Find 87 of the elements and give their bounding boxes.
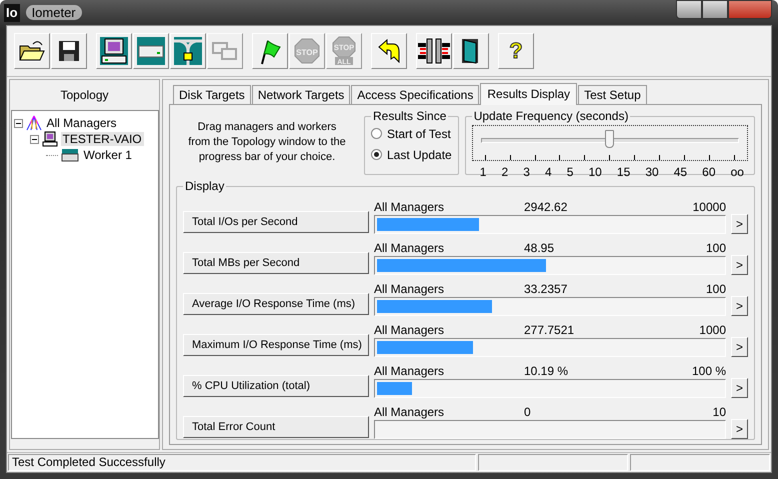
value-label: 10.19 %	[524, 364, 568, 378]
metric-button[interactable]: % CPU Utilization (total)	[183, 375, 369, 397]
group-title: Results Since	[372, 109, 448, 123]
max-label: 100 %	[692, 364, 726, 378]
tree-item[interactable]: All Managers	[44, 116, 119, 130]
drive-icon	[60, 148, 78, 162]
source-label: All Managers	[374, 282, 446, 296]
value-label: 2942.62	[524, 200, 568, 214]
tree-item[interactable]: Worker 1	[82, 148, 134, 162]
radio-button[interactable]	[371, 128, 382, 139]
question-mark-icon: ?	[509, 38, 523, 64]
toolbar-button[interactable]	[252, 33, 288, 69]
toolbar-button[interactable]	[51, 33, 87, 69]
tick-label: 3	[523, 165, 530, 179]
tick-label: 2	[501, 165, 508, 179]
group-title: Update Frequency (seconds)	[472, 109, 630, 123]
tree-item[interactable]: TESTER-VAIO	[60, 132, 144, 146]
tick-label: 45	[674, 165, 688, 179]
toolbar-button[interactable]	[371, 33, 407, 69]
toolbar-button[interactable]	[96, 33, 132, 69]
more-button[interactable]: >	[731, 296, 748, 316]
metric-button[interactable]: Total Error Count	[183, 416, 369, 438]
value-label: 48.95	[524, 241, 554, 255]
folder-icon	[19, 40, 45, 62]
collapse-toggle[interactable]	[14, 118, 22, 128]
tab[interactable]: Results Display	[480, 83, 578, 105]
window-title: Iometer	[26, 5, 82, 20]
tick-label: 30	[645, 165, 659, 179]
more-button[interactable]: >	[731, 255, 748, 275]
more-button[interactable]: >	[731, 337, 748, 357]
columns-arrows-icon	[417, 37, 451, 65]
tick-label: 4	[544, 165, 552, 179]
radio-label[interactable]: Start of Test	[387, 126, 451, 140]
collapse-toggle[interactable]	[30, 134, 38, 144]
more-button[interactable]: >	[731, 214, 748, 234]
max-label: 10000	[692, 200, 726, 214]
computer-icon	[100, 37, 128, 65]
value-label: 33.2357	[524, 282, 568, 296]
tab[interactable]: Network Targets	[252, 85, 350, 104]
maximize-button[interactable]	[702, 0, 728, 19]
tick-label: 10	[588, 165, 602, 179]
metric-button[interactable]: Total I/Os per Second	[183, 211, 369, 233]
source-label: All Managers	[374, 405, 446, 419]
group-title: Display	[184, 179, 226, 193]
tab[interactable]: Test Setup	[578, 85, 647, 104]
tick-label: 5	[566, 165, 574, 179]
radio-label[interactable]: Last Update	[387, 148, 452, 162]
max-label: 1000	[699, 323, 726, 337]
minimize-button[interactable]	[676, 0, 702, 19]
source-label: All Managers	[374, 200, 446, 214]
toolbar-button[interactable]	[416, 33, 452, 69]
metric-button[interactable]: Average I/O Response Time (ms)	[183, 293, 369, 315]
value-label: 277.7521	[524, 323, 574, 337]
toolbar-button[interactable]	[170, 33, 206, 69]
source-label: All Managers	[374, 241, 446, 255]
max-label: 100	[706, 241, 726, 255]
tick-label: 15	[616, 165, 630, 179]
source-label: All Managers	[374, 364, 446, 378]
status-text: Test Completed Successfully	[8, 454, 476, 471]
tick-label: 60	[702, 165, 716, 179]
more-button[interactable]: >	[731, 378, 748, 398]
return-arrow-icon	[378, 39, 400, 63]
tick-label: 1	[480, 165, 486, 179]
instructions-text: Drag managers and workers from the Topology window to the progress bar of your choice.	[187, 120, 347, 165]
panel-title: Topology	[60, 88, 109, 102]
tab[interactable]: Access Specifications	[351, 85, 480, 104]
source-label: All Managers	[374, 323, 446, 337]
radio-button[interactable]	[371, 149, 382, 160]
value-label: 0	[524, 405, 531, 419]
app-logo: Io	[4, 4, 20, 22]
metric-button[interactable]: Total MBs per Second	[183, 252, 369, 274]
network-icon	[174, 37, 202, 65]
slider-thumb[interactable]	[604, 130, 614, 148]
computer-icon	[42, 131, 58, 147]
more-button[interactable]: >	[731, 419, 748, 439]
max-label: 10	[712, 405, 726, 419]
max-label: 100	[706, 282, 726, 296]
frequency-slider[interactable]	[472, 125, 748, 161]
flag-icon	[258, 37, 282, 65]
metric-button[interactable]: Maximum I/O Response Time (ms)	[183, 334, 369, 356]
toolbar-button[interactable]	[453, 33, 489, 69]
toolbar-button[interactable]	[14, 33, 50, 69]
close-button[interactable]	[728, 0, 772, 19]
tab[interactable]: Disk Targets	[173, 85, 251, 104]
fan-lines-icon	[26, 115, 42, 131]
drive-icon	[137, 37, 165, 65]
tick-label: oo	[730, 165, 744, 179]
